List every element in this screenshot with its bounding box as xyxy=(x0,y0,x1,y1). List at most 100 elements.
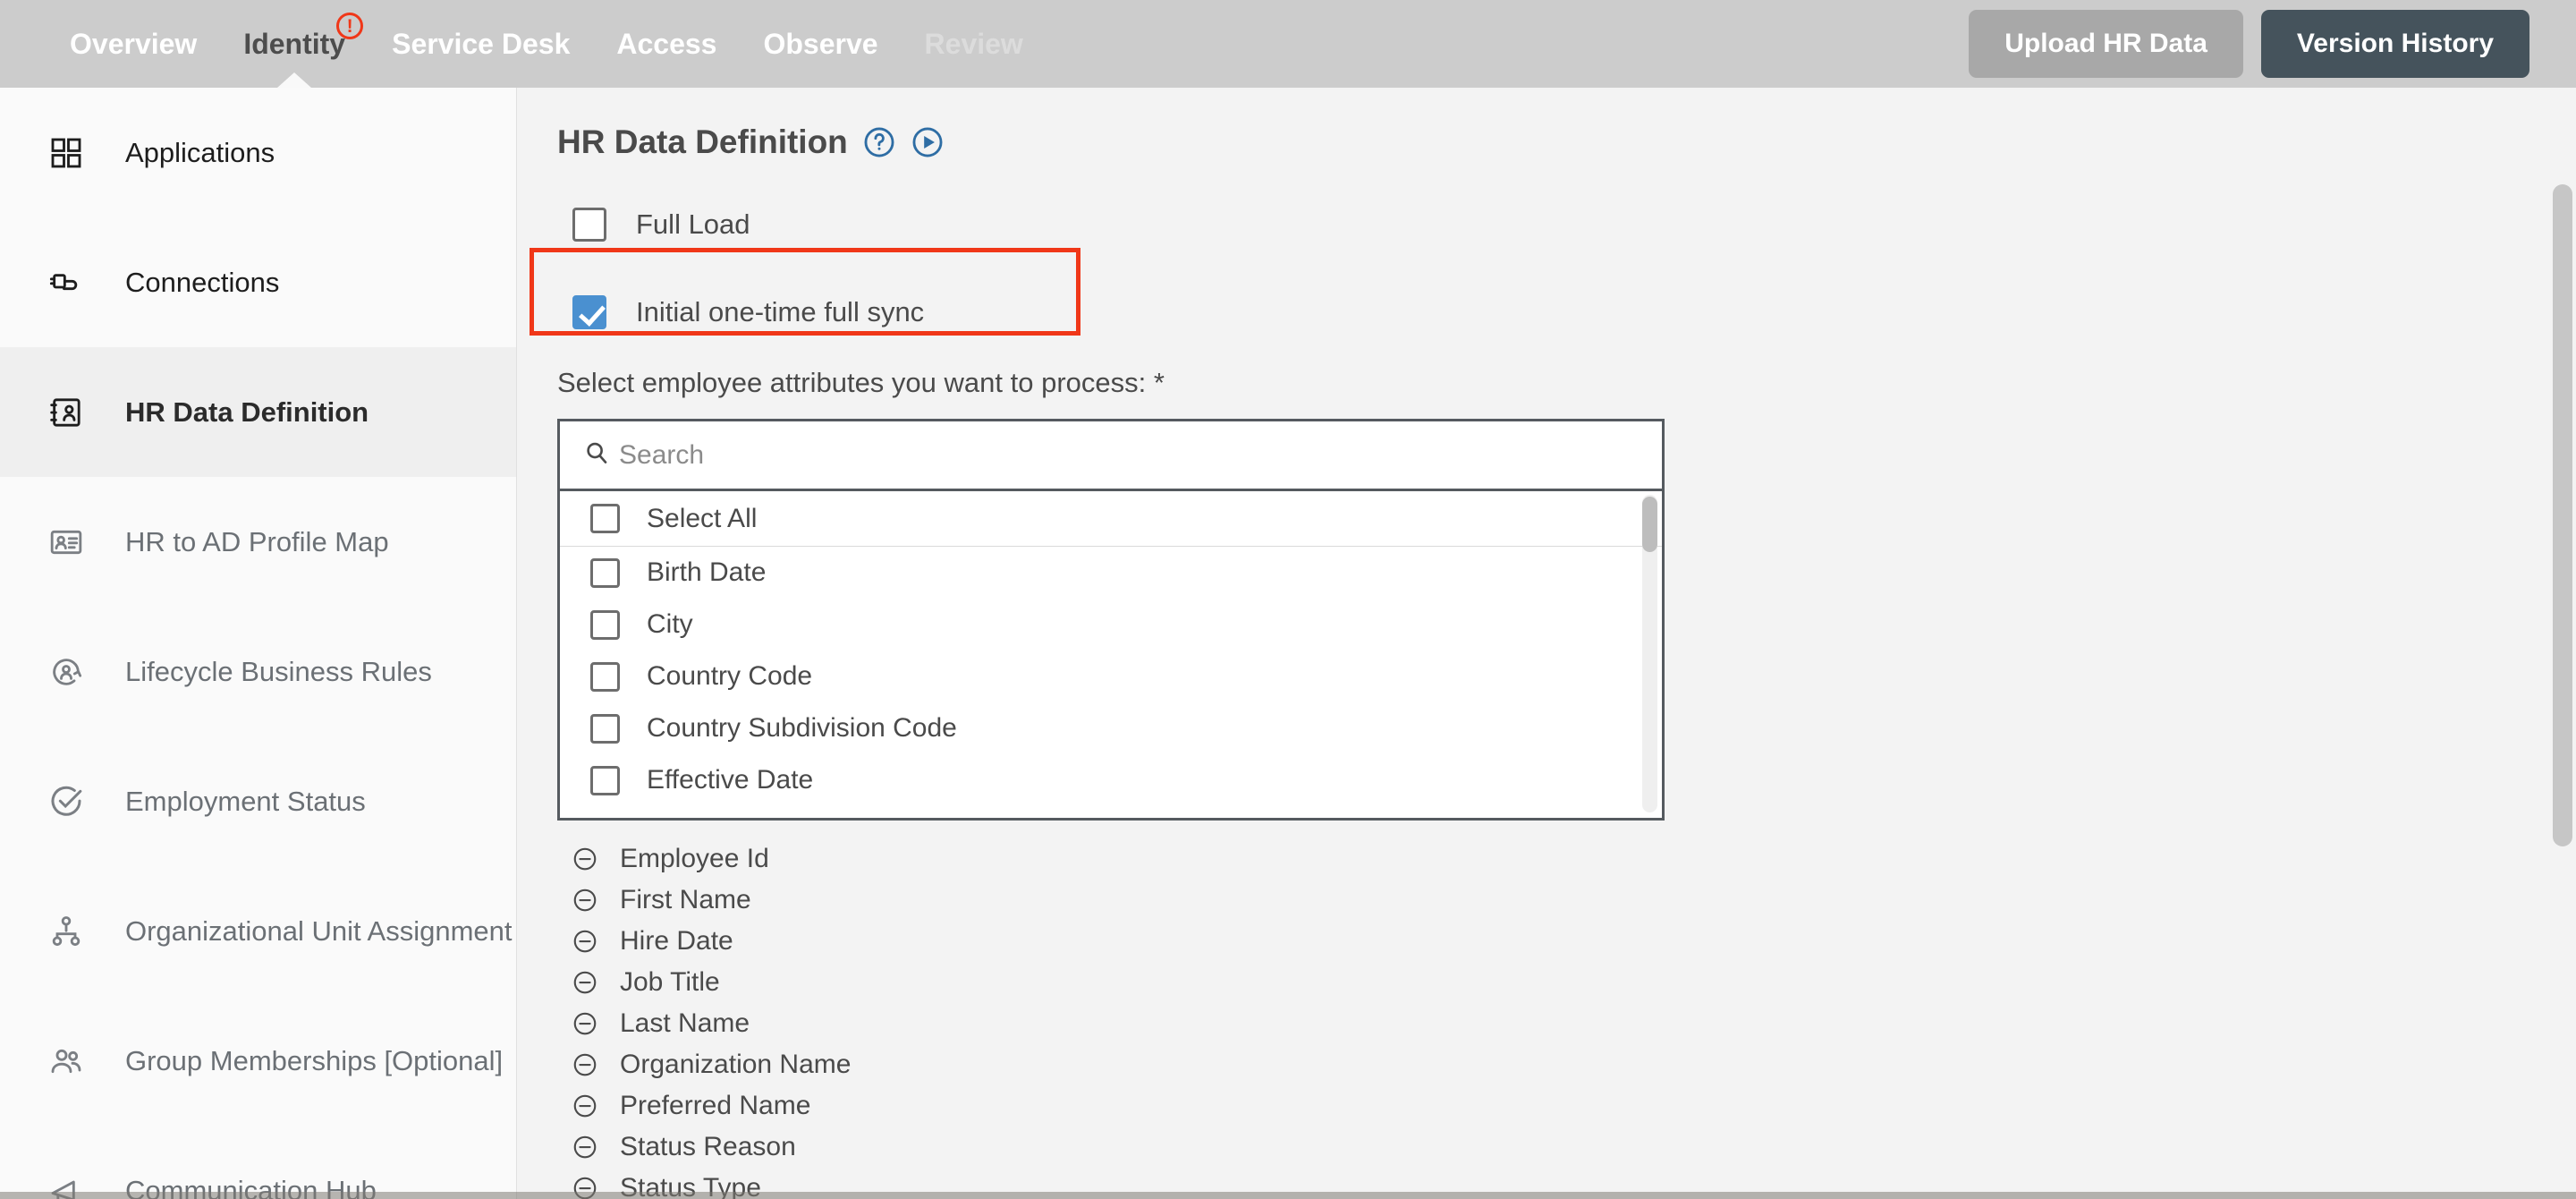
page-scrollbar-thumb[interactable] xyxy=(2553,184,2572,846)
sidebar-item-connections[interactable]: Connections xyxy=(0,217,516,347)
nav-tab-overview[interactable]: Overview xyxy=(47,0,220,88)
nav-tab-observe[interactable]: Observe xyxy=(740,0,901,88)
search-input[interactable] xyxy=(619,439,1603,471)
sidebar-item-lifecycle-business-rules[interactable]: Lifecycle Business Rules xyxy=(0,607,516,736)
selected-attributes-list: Employee Id First Name Hire Date Job Tit… xyxy=(557,838,2576,1199)
sidebar-item-organizational-unit-assignment-label: Organizational Unit Assignment xyxy=(125,914,513,947)
dropdown-scrollbar-thumb[interactable] xyxy=(1642,497,1657,552)
sidebar-item-organizational-unit-assignment[interactable]: Organizational Unit Assignment xyxy=(0,866,516,996)
sidebar-item-employment-status-label: Employment Status xyxy=(125,785,366,817)
nav-tab-list: Overview Identity ! Service Desk Access … xyxy=(47,0,1046,88)
select-all-checkbox[interactable] xyxy=(590,504,620,533)
plug-icon xyxy=(47,263,86,302)
attribute-search-row[interactable] xyxy=(560,421,1662,491)
attribute-option-country-subdivision-code[interactable]: Country Subdivision Code xyxy=(560,702,1662,754)
selected-attribute-row[interactable]: Employee Id xyxy=(557,838,2576,880)
selected-attribute-row[interactable]: Organization Name xyxy=(557,1044,2576,1085)
sidebar-item-hr-data-definition-label: HR Data Definition xyxy=(125,395,369,428)
sidebar-item-hr-to-ad-profile-map-label: HR to AD Profile Map xyxy=(125,525,389,557)
nav-tab-overview-label: Overview xyxy=(70,28,198,60)
nav-tab-review-label: Review xyxy=(924,28,1023,60)
full-load-checkbox[interactable] xyxy=(572,208,606,242)
attribute-option-birth-date[interactable]: Birth Date xyxy=(560,547,1662,599)
minus-circle-icon[interactable] xyxy=(572,887,598,914)
attribute-option-label: Effective Date xyxy=(647,765,814,795)
sidebar-item-employment-status[interactable]: Employment Status xyxy=(0,736,516,866)
nav-tab-service-desk[interactable]: Service Desk xyxy=(369,0,593,88)
selected-attribute-row[interactable]: Job Title xyxy=(557,962,2576,1003)
sidebar: Applications Connections HR Data Definit… xyxy=(0,88,517,1199)
selected-attribute-row[interactable]: Last Name xyxy=(557,1003,2576,1044)
people-icon xyxy=(47,1042,86,1081)
minus-circle-icon[interactable] xyxy=(572,1010,598,1037)
org-tree-icon xyxy=(47,912,86,951)
nav-tab-identity[interactable]: Identity ! xyxy=(220,0,369,88)
sidebar-item-communication-hub[interactable]: Communication Hub xyxy=(0,1126,516,1199)
help-circle-icon[interactable] xyxy=(862,125,896,159)
attribute-option-effective-date[interactable]: Effective Date xyxy=(560,754,1662,806)
play-circle-icon[interactable] xyxy=(911,125,945,159)
attribute-select-label: Select employee attributes you want to p… xyxy=(557,367,1165,398)
app-root: Overview Identity ! Service Desk Access … xyxy=(0,0,2576,1199)
selected-attribute-label: Status Reason xyxy=(620,1132,796,1161)
nav-action-buttons: Upload HR Data Version History xyxy=(1969,10,2529,78)
attribute-option-label: City xyxy=(647,609,693,639)
full-load-checkbox-row[interactable]: Full Load xyxy=(557,197,2576,252)
background-window-sliver xyxy=(0,1192,2576,1199)
attribute-option-label: Birth Date xyxy=(647,557,767,587)
minus-circle-icon[interactable] xyxy=(572,1051,598,1078)
selected-attribute-row[interactable]: Preferred Name xyxy=(557,1085,2576,1127)
attribute-dropdown-panel: Select All Birth Date City Country Code xyxy=(557,419,1665,821)
nav-tab-access-label: Access xyxy=(616,28,717,60)
country-code-checkbox[interactable] xyxy=(590,661,620,692)
attribute-option-label: Country Code xyxy=(647,661,813,691)
birth-date-checkbox[interactable] xyxy=(590,557,620,588)
attribute-option-label: Employee Id xyxy=(647,817,796,818)
version-history-button[interactable]: Version History xyxy=(2260,10,2529,78)
initial-full-sync-checkbox[interactable] xyxy=(572,295,606,329)
selected-attribute-row[interactable]: Hire Date xyxy=(557,921,2576,962)
attribute-option-select-all[interactable]: Select All xyxy=(560,491,1662,547)
initial-full-sync-checkbox-row[interactable]: Initial one-time full sync xyxy=(538,276,2576,349)
upload-hr-data-button[interactable]: Upload HR Data xyxy=(1969,10,2243,78)
minus-circle-icon[interactable] xyxy=(572,1093,598,1119)
nav-tab-review[interactable]: Review xyxy=(902,0,1046,88)
selected-attribute-row[interactable]: Status Reason xyxy=(557,1127,2576,1168)
selected-attribute-label: Employee Id xyxy=(620,844,769,873)
attribute-option-country-code[interactable]: Country Code xyxy=(560,651,1662,702)
minus-circle-icon[interactable] xyxy=(572,846,598,872)
check-circle-icon xyxy=(47,782,86,821)
profile-card-icon xyxy=(47,523,86,562)
sidebar-item-group-memberships[interactable]: Group Memberships [Optional] xyxy=(0,996,516,1126)
attribute-option-city[interactable]: City xyxy=(560,599,1662,651)
attribute-option-employee-id[interactable]: Employee Id xyxy=(560,806,1662,818)
city-checkbox[interactable] xyxy=(590,609,620,640)
sidebar-item-applications[interactable]: Applications xyxy=(0,88,516,217)
effective-date-checkbox[interactable] xyxy=(590,765,620,795)
top-navigation-bar: Overview Identity ! Service Desk Access … xyxy=(0,0,2576,88)
sidebar-item-hr-to-ad-profile-map[interactable]: HR to AD Profile Map xyxy=(0,477,516,607)
warning-badge-icon: ! xyxy=(336,13,364,39)
employee-id-checkbox[interactable] xyxy=(590,817,620,818)
sidebar-item-applications-label: Applications xyxy=(125,136,275,168)
country-subdivision-code-checkbox[interactable] xyxy=(590,713,620,744)
full-load-label: Full Load xyxy=(636,208,750,240)
active-tab-caret-icon xyxy=(277,72,312,88)
nav-tab-observe-label: Observe xyxy=(763,28,878,60)
id-card-person-icon xyxy=(47,393,86,432)
minus-circle-icon[interactable] xyxy=(572,928,598,955)
page-title-row: HR Data Definition xyxy=(557,123,2576,161)
attribute-option-label: Country Subdivision Code xyxy=(647,713,957,743)
nav-tab-access[interactable]: Access xyxy=(593,0,740,88)
main-content: HR Data Definition Full Load Initial one… xyxy=(518,88,2576,1199)
attribute-option-label: Select All xyxy=(647,503,758,533)
selected-attribute-row[interactable]: First Name xyxy=(557,880,2576,921)
sidebar-item-hr-data-definition[interactable]: HR Data Definition xyxy=(0,347,516,477)
minus-circle-icon[interactable] xyxy=(572,1134,598,1161)
sidebar-item-lifecycle-business-rules-label: Lifecycle Business Rules xyxy=(125,655,432,687)
main-content-inner: HR Data Definition Full Load Initial one… xyxy=(518,88,2576,1199)
selected-attribute-label: Hire Date xyxy=(620,926,733,956)
nav-tab-service-desk-label: Service Desk xyxy=(392,28,571,60)
minus-circle-icon[interactable] xyxy=(572,969,598,996)
attribute-option-list[interactable]: Select All Birth Date City Country Code xyxy=(560,491,1662,818)
